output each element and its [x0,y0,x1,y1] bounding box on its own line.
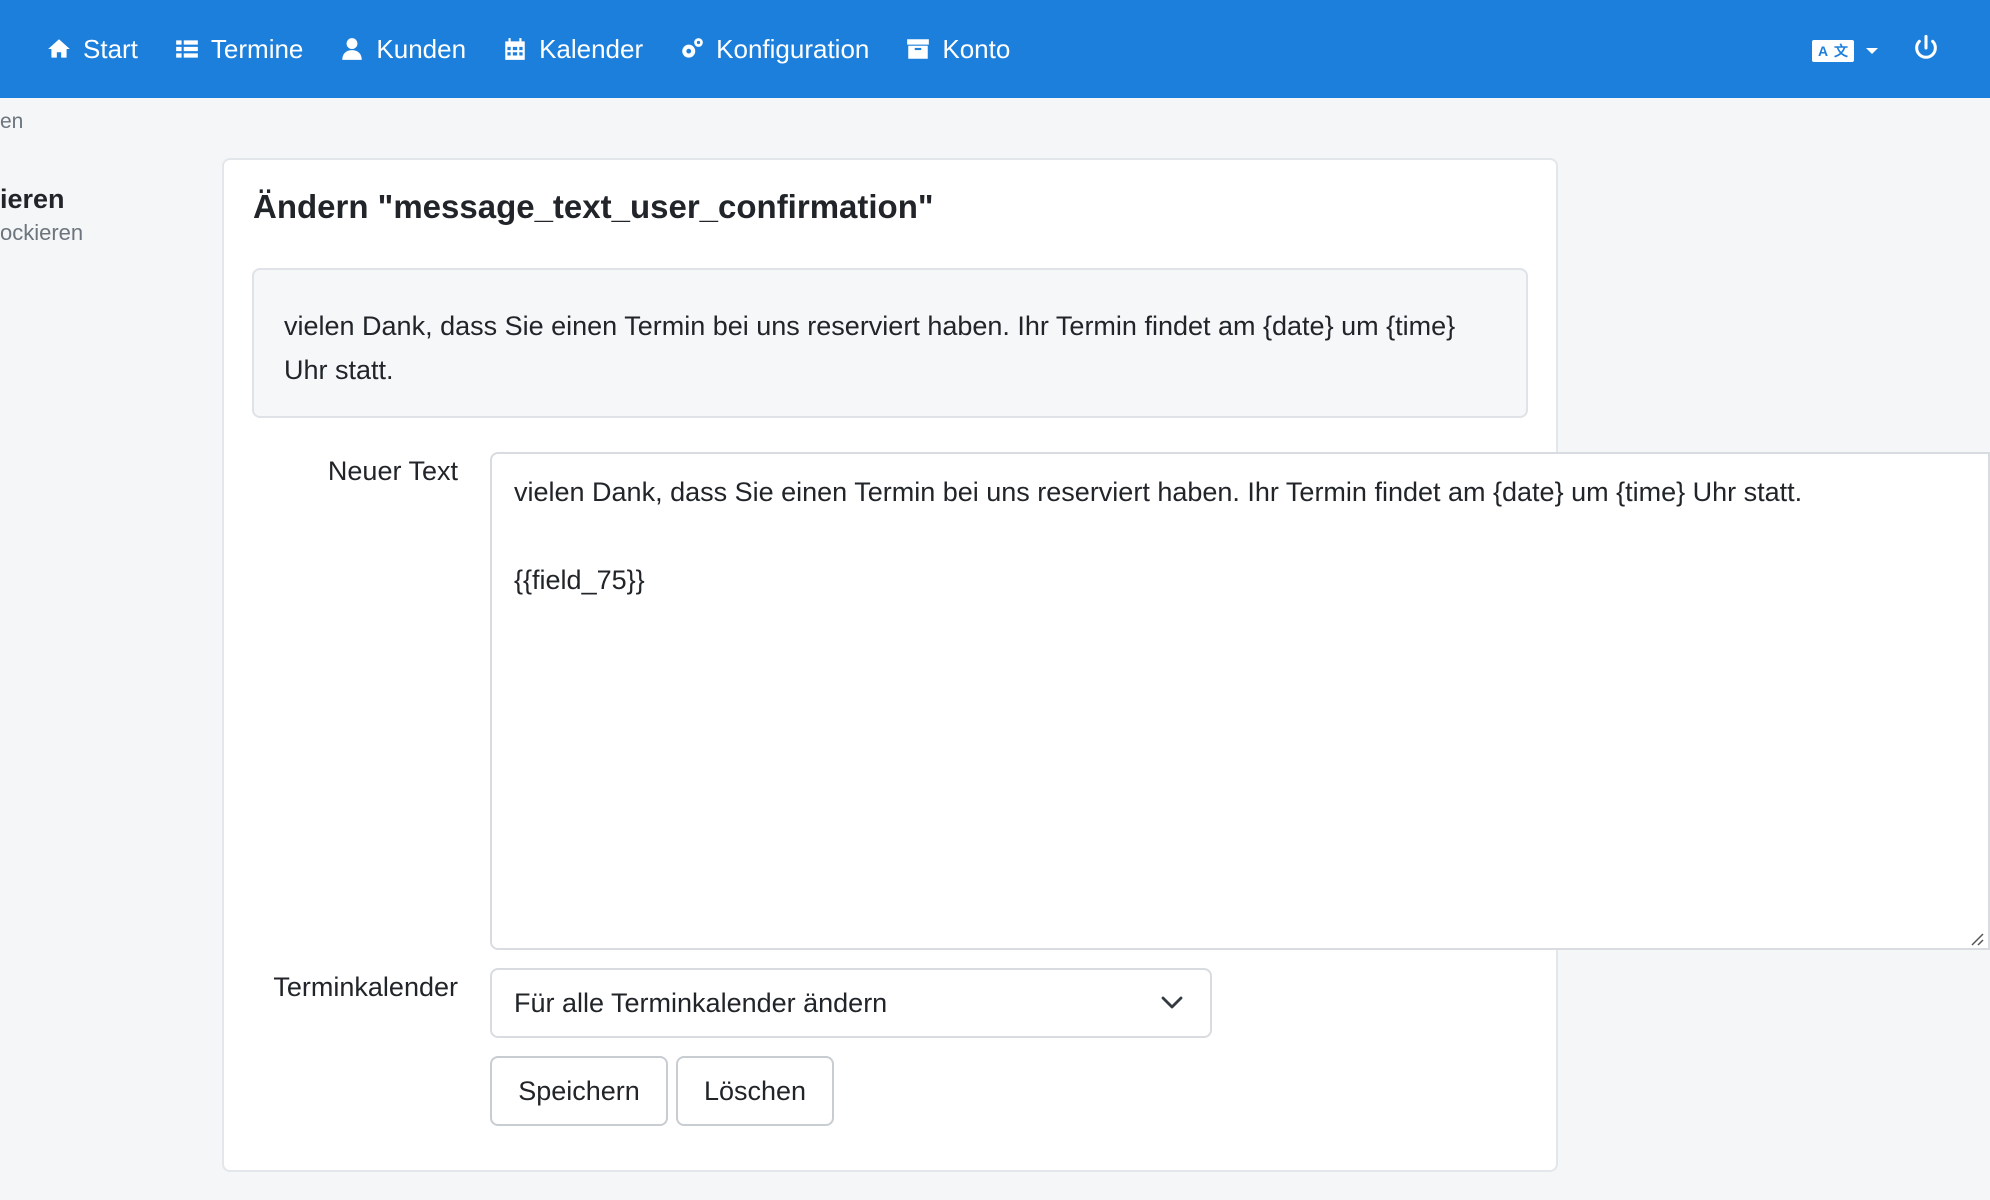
nav-start[interactable]: Start [46,34,138,65]
nav-kalender[interactable]: Kalender [502,34,643,65]
translate-icon: A 文 [1812,40,1854,62]
nav-konto-label: Konto [942,33,1011,64]
save-button[interactable]: Speichern [490,1056,668,1126]
nav-konfiguration-label: Konfiguration [716,33,870,64]
power-icon[interactable] [1912,34,1940,62]
lang-glyph-cjk: 文 [1834,43,1849,59]
nav-termine[interactable]: Termine [174,34,303,65]
nav-konto[interactable]: Konto [905,34,1010,65]
resize-handle-icon[interactable] [1968,930,1984,946]
nav-termine-label: Termine [210,33,304,64]
nav-kunden[interactable]: Kunden [339,34,466,65]
calendar-select[interactable]: Für alle Terminkalender ändern [490,968,1212,1038]
nav-start-label: Start [83,33,138,64]
delete-button[interactable]: Löschen [676,1056,834,1126]
breadcrumb-fragment[interactable]: en [0,110,23,134]
home-icon [48,39,70,58]
nav-konfiguration[interactable]: Konfiguration [679,34,869,65]
lang-glyph-latin: A [1817,43,1829,59]
original-text-box: vielen Dank, dass Sie einen Termin bei u… [252,268,1528,418]
nav-kunden-label: Kunden [376,33,467,64]
language-dropdown[interactable]: A 文 [1812,40,1878,62]
caret-down-icon [1866,48,1878,54]
calendar-icon [505,38,525,60]
sidebar-sub-item[interactable]: ockieren [0,220,83,246]
new-text-label: Neuer Text [327,456,458,486]
page-title: Ändern "message_text_user_confirmation" [253,188,934,225]
new-text-field[interactable] [490,452,1990,950]
calendar-select-value: Für alle Terminkalender ändern [514,987,888,1018]
chevron-down-icon [1161,996,1183,1009]
top-navbar: Start Termine Kunden Kalender Konfigurat… [0,0,1990,98]
list-icon [176,40,198,58]
nav-kalender-label: Kalender [539,33,644,64]
archive-icon [907,39,930,59]
calendar-label: Terminkalender [273,972,458,1002]
sidebar-active-item[interactable]: ieren [0,184,65,215]
gears-icon [682,38,703,58]
user-icon [342,38,363,60]
